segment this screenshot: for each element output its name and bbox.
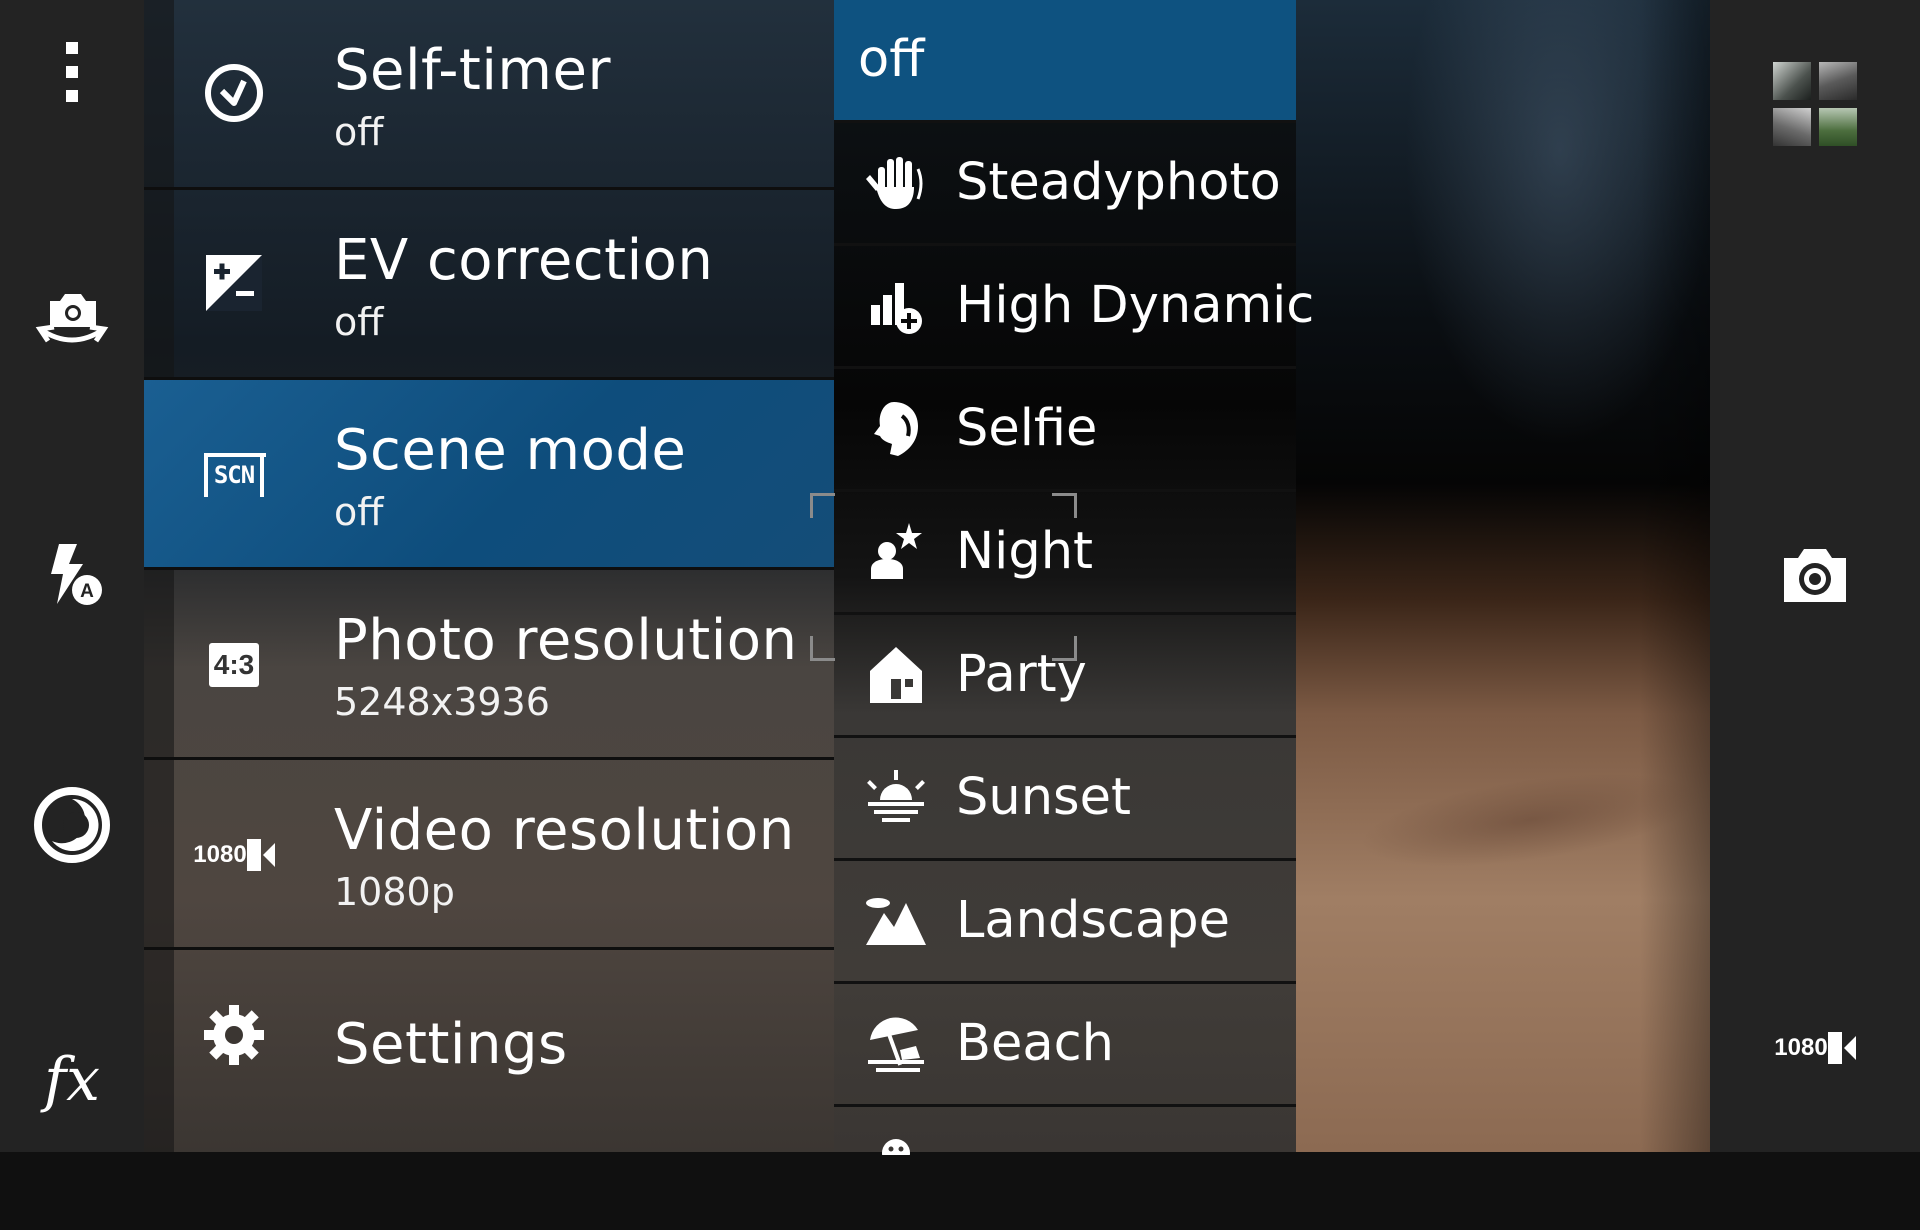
menu-item-photo-resolution[interactable]: 4:3 Photo resolution 5248x3936: [144, 570, 834, 760]
menu-item-scene-mode[interactable]: SCN Scene mode off: [144, 380, 834, 570]
capture-mode-icon: [32, 785, 112, 865]
aspect-ratio-icon: 4:3: [208, 643, 260, 687]
scene-icon-slot: [856, 1107, 936, 1230]
menu-item-label: Scene mode: [334, 418, 687, 483]
timer-icon: [202, 61, 266, 129]
menu-icon-slot: 4:3: [184, 570, 284, 760]
scene-icon-slot: [856, 123, 936, 246]
video-resolution-icon-text: 1080: [193, 841, 247, 868]
scene-option-label: Night: [956, 522, 1094, 581]
switch-camera-icon: [34, 287, 110, 353]
menu-icon-slot: [184, 190, 284, 380]
scene-icon-slot: [856, 246, 936, 369]
scene-icon-slot: [856, 861, 936, 984]
effects-icon: fx: [43, 1045, 101, 1115]
scene-icon-text: SCN: [213, 461, 255, 489]
menu-icon-slot: SCN: [184, 380, 284, 570]
menu-item-value: 5248x3936: [334, 680, 550, 724]
menu-item-value: off: [334, 490, 384, 534]
scene-icon-slot: [856, 738, 936, 861]
menu-item-settings[interactable]: Settings: [144, 950, 834, 1140]
menu-icon-slot: 1080: [184, 760, 284, 950]
record-video-button[interactable]: 1080: [1760, 993, 1870, 1103]
gallery-thumbnails[interactable]: [1773, 62, 1859, 148]
menu-item-label: Photo resolution: [334, 608, 798, 673]
hdr-icon: [865, 275, 927, 341]
left-toolbar: A fx: [0, 0, 144, 1152]
scene-option-label: Selfie: [956, 399, 1098, 458]
flash-auto-icon: A: [37, 540, 107, 610]
menu-item-value: off: [334, 300, 384, 344]
scene-option-off[interactable]: off: [834, 0, 1296, 123]
capture-mode-button[interactable]: [17, 770, 127, 880]
scene-icon-slot: [856, 369, 936, 492]
focus-frame-corner: [1052, 493, 1077, 518]
scene-option-label: Steadyphoto: [956, 153, 1281, 212]
menu-item-ev-correction[interactable]: EV correction off: [144, 190, 834, 380]
overflow-menu-button[interactable]: [17, 17, 127, 127]
scene-option-label: Landscape: [956, 891, 1230, 950]
menu-item-value: off: [334, 110, 384, 154]
scene-option-party[interactable]: Party: [834, 615, 1296, 738]
menu-item-self-timer[interactable]: Self-timer off: [144, 0, 834, 190]
scene-option-high-dynamic[interactable]: High Dynamic: [834, 246, 1314, 369]
svg-text:A: A: [80, 581, 94, 602]
settings-menu: Self-timer off EV correction off SCN Sce…: [144, 0, 834, 1152]
scene-option-steadyphoto[interactable]: Steadyphoto: [834, 123, 1296, 246]
focus-frame-corner: [1052, 636, 1077, 661]
focus-frame-corner: [810, 493, 835, 518]
partial-scene-icon: [876, 1135, 916, 1167]
scene-mode-list: off Steadyphoto High Dynamic Selfie Nigh…: [834, 0, 1314, 1167]
switch-camera-button[interactable]: [17, 265, 127, 375]
effects-button[interactable]: fx: [17, 1025, 127, 1135]
scene-option-label: Sunset: [956, 768, 1131, 827]
menu-item-label: EV correction: [334, 228, 714, 293]
gear-icon: [202, 1003, 266, 1071]
party-icon: [865, 643, 927, 711]
hand-icon: [866, 153, 926, 217]
gallery-thumbnail: [1819, 62, 1857, 100]
scene-option-selfie[interactable]: Selfie: [834, 369, 1296, 492]
overflow-menu-icon: [62, 40, 82, 104]
gallery-thumbnail: [1773, 108, 1811, 146]
shutter-button[interactable]: [1760, 520, 1870, 630]
record-video-icon-text: 1080: [1774, 1034, 1828, 1061]
gallery-thumbnail: [1773, 62, 1811, 100]
scene-option-sunset[interactable]: Sunset: [834, 738, 1296, 861]
night-icon: [865, 521, 927, 587]
beach-icon: [864, 1014, 928, 1078]
scene-icon-slot: [856, 615, 936, 738]
menu-icon-slot: [184, 942, 284, 1132]
record-video-icon: 1080: [1774, 1030, 1856, 1066]
scene-icon: SCN: [203, 453, 266, 497]
ev-icon: [204, 253, 264, 317]
menu-item-label: Settings: [334, 1012, 568, 1077]
scene-option-label: High Dynamic: [956, 276, 1315, 335]
scene-option-beach[interactable]: Beach: [834, 984, 1296, 1107]
scene-icon-slot: [856, 984, 936, 1107]
scene-option-landscape[interactable]: Landscape: [834, 861, 1296, 984]
menu-item-value: 1080p: [334, 870, 455, 914]
menu-item-label: Self-timer: [334, 38, 611, 103]
scene-option-label: Beach: [956, 1014, 1114, 1073]
selfie-icon: [866, 398, 926, 464]
scene-option-label: off: [858, 30, 925, 89]
scene-option-partial[interactable]: [834, 1107, 1296, 1230]
camera-shutter-icon: [1780, 546, 1850, 604]
scene-icon-slot: [856, 492, 936, 615]
focus-frame-corner: [810, 636, 835, 661]
menu-item-label: Video resolution: [334, 798, 795, 863]
landscape-icon: [864, 895, 928, 951]
flash-mode-button[interactable]: A: [17, 520, 127, 630]
menu-item-video-resolution[interactable]: 1080 Video resolution 1080p: [144, 760, 834, 950]
menu-icon-slot: [184, 0, 284, 190]
gallery-thumbnail: [1819, 108, 1857, 146]
video-resolution-icon: 1080: [193, 837, 275, 873]
sunset-icon: [864, 769, 928, 830]
right-toolbar: 1080: [1710, 0, 1920, 1152]
